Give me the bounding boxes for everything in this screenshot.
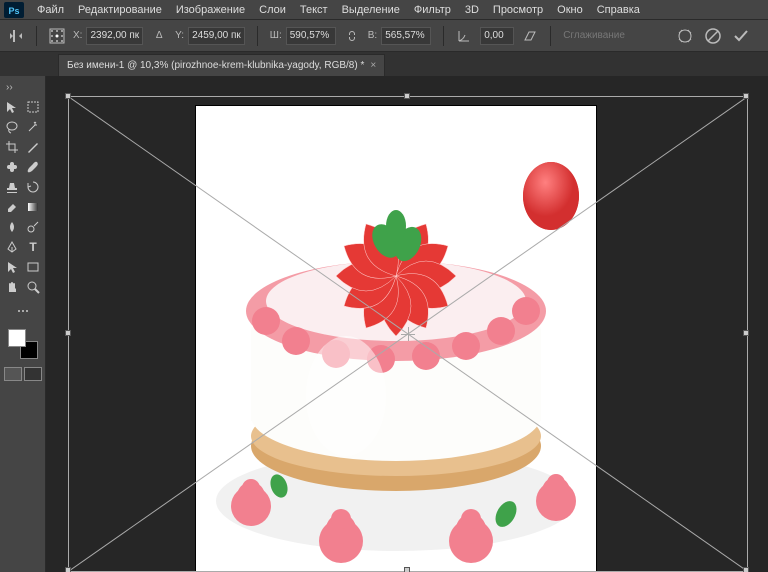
- svg-text:Ps: Ps: [8, 6, 19, 16]
- options-bar: X: 2392,00 пк Δ Y: 2459,00 пк Ш: 590,57%…: [0, 20, 768, 52]
- interpolation-label[interactable]: Сглаживание: [563, 30, 625, 41]
- document-tab[interactable]: Без имени-1 @ 10,3% (pirozhnoe-krem-klub…: [58, 54, 385, 76]
- menubar: Ps Файл Редактирование Изображение Слои …: [0, 0, 768, 20]
- angle-icon: [456, 28, 472, 44]
- menu-edit[interactable]: Редактирование: [71, 2, 169, 18]
- document-image: [196, 106, 596, 572]
- transform-mode-icon[interactable]: [8, 28, 24, 44]
- transform-handle-tl[interactable]: [65, 93, 71, 99]
- magic-wand-tool-icon[interactable]: [23, 117, 43, 137]
- angle-field[interactable]: 0,00: [480, 27, 514, 45]
- svg-text:T: T: [29, 240, 37, 254]
- link-icon[interactable]: [344, 28, 360, 44]
- shape-tool-icon[interactable]: [23, 257, 43, 277]
- marquee-tool-icon[interactable]: [23, 97, 43, 117]
- stamp-tool-icon[interactable]: [2, 177, 22, 197]
- quick-mask-toggle[interactable]: [4, 367, 42, 381]
- dodge-tool-icon[interactable]: [23, 217, 43, 237]
- document-canvas[interactable]: [196, 106, 596, 572]
- triangle-icon: Δ: [151, 28, 167, 44]
- eraser-tool-icon[interactable]: [2, 197, 22, 217]
- commit-transform-icon[interactable]: [732, 27, 750, 45]
- spot-heal-tool-icon[interactable]: [2, 157, 22, 177]
- zoom-tool-icon[interactable]: [23, 277, 43, 297]
- transform-handle-br[interactable]: [743, 567, 749, 572]
- menu-select[interactable]: Выделение: [335, 2, 407, 18]
- toolbox-collapse-icon[interactable]: ››: [2, 82, 13, 93]
- canvas-area[interactable]: [46, 76, 768, 572]
- menu-3d[interactable]: 3D: [458, 2, 486, 18]
- lasso-tool-icon[interactable]: [2, 117, 22, 137]
- document-tabs: Без имени-1 @ 10,3% (pirozhnoe-krem-klub…: [0, 52, 768, 76]
- brush-tool-icon[interactable]: [23, 157, 43, 177]
- transform-handle-mr[interactable]: [743, 330, 749, 336]
- toolbox: ›› T: [0, 76, 46, 572]
- crop-tool-icon[interactable]: [2, 137, 22, 157]
- pen-tool-icon[interactable]: [2, 237, 22, 257]
- app-logo-icon: Ps: [4, 2, 24, 18]
- move-tool-icon[interactable]: [2, 97, 22, 117]
- menu-layers[interactable]: Слои: [252, 2, 293, 18]
- path-select-tool-icon[interactable]: [2, 257, 22, 277]
- menu-view[interactable]: Просмотр: [486, 2, 550, 18]
- eyedropper-tool-icon[interactable]: [23, 137, 43, 157]
- edit-toolbar-icon[interactable]: [13, 301, 33, 321]
- tab-title: Без имени-1 @ 10,3% (pirozhnoe-krem-klub…: [67, 60, 364, 71]
- warp-mode-icon[interactable]: [676, 27, 694, 45]
- menu-help[interactable]: Справка: [590, 2, 647, 18]
- gradient-tool-icon[interactable]: [23, 197, 43, 217]
- cancel-transform-icon[interactable]: [704, 27, 722, 45]
- color-swatches[interactable]: [8, 329, 38, 359]
- reference-point-icon[interactable]: [49, 28, 65, 44]
- menu-filter[interactable]: Фильтр: [407, 2, 458, 18]
- w-label: Ш:: [270, 30, 282, 41]
- tab-close-icon[interactable]: ×: [370, 60, 376, 71]
- transform-handle-tr[interactable]: [743, 93, 749, 99]
- menu-window[interactable]: Окно: [550, 2, 590, 18]
- blur-tool-icon[interactable]: [2, 217, 22, 237]
- transform-handle-tm[interactable]: [404, 93, 410, 99]
- history-brush-tool-icon[interactable]: [23, 177, 43, 197]
- w-field[interactable]: 590,57%: [286, 27, 336, 45]
- h-label: В:: [368, 30, 377, 41]
- y-label: Y:: [175, 30, 184, 41]
- menu-image[interactable]: Изображение: [169, 2, 252, 18]
- transform-handle-ml[interactable]: [65, 330, 71, 336]
- x-label: X:: [73, 30, 82, 41]
- y-field[interactable]: 2459,00 пк: [188, 27, 245, 45]
- x-field[interactable]: 2392,00 пк: [86, 27, 143, 45]
- hand-tool-icon[interactable]: [2, 277, 22, 297]
- transform-handle-bl[interactable]: [65, 567, 71, 572]
- menu-text[interactable]: Текст: [293, 2, 335, 18]
- h-field[interactable]: 565,57%: [381, 27, 431, 45]
- type-tool-icon[interactable]: T: [23, 237, 43, 257]
- fg-color-swatch[interactable]: [8, 329, 26, 347]
- menu-file[interactable]: Файл: [30, 2, 71, 18]
- skew-h-icon[interactable]: [522, 28, 538, 44]
